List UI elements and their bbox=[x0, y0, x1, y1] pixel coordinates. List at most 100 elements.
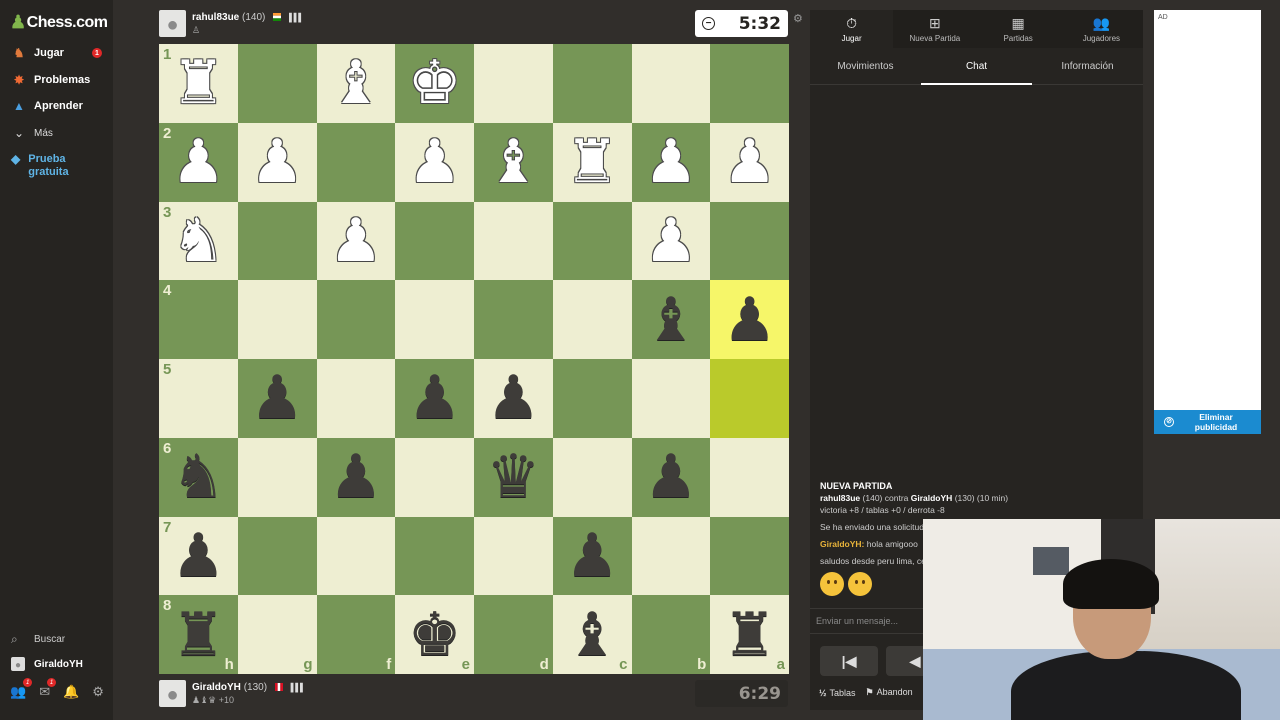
square-f4[interactable] bbox=[316, 280, 396, 359]
messages-icon[interactable]: ✉ 1 bbox=[39, 678, 57, 700]
square-d6[interactable]: ♛ bbox=[474, 437, 553, 517]
square-a4[interactable]: ♟ bbox=[710, 280, 789, 359]
square-d1[interactable] bbox=[474, 44, 553, 123]
top-player-name[interactable]: rahul83ue bbox=[192, 12, 239, 23]
draw-button[interactable]: ½ Tablas bbox=[819, 688, 856, 698]
square-c4[interactable] bbox=[552, 280, 632, 359]
gear-icon[interactable]: ⚙ bbox=[92, 684, 104, 700]
square-e1[interactable]: ♚ bbox=[395, 44, 474, 123]
friends-icon[interactable]: 👥 1 bbox=[10, 678, 33, 700]
avatar[interactable]: ● bbox=[159, 10, 186, 37]
square-c2[interactable]: ♜ bbox=[552, 122, 632, 202]
white-pawn-icon[interactable]: ♟ bbox=[250, 132, 304, 192]
square-c6[interactable] bbox=[552, 437, 632, 517]
square-f3[interactable]: ♟ bbox=[316, 201, 396, 281]
tab-players[interactable]: 👥 Jugadores bbox=[1060, 10, 1143, 48]
tab-games[interactable]: ▦ Partidas bbox=[977, 10, 1060, 48]
user-profile-link[interactable]: ● GiraldoYH bbox=[0, 657, 113, 671]
square-g2[interactable]: ♟ bbox=[237, 122, 317, 202]
square-e4[interactable] bbox=[395, 280, 474, 359]
chess-board[interactable]: 1 ♜ ♝ ♚ 2 ♟ ♟ ♟ ♝ ♜ ♟ ♟ 3 ♞ ♟ ♟ 4 ♝ ♟ 5 ♟ ♟ ♟ 6 ♞ ♟ ♛ ♟ 7 ♟ ♟ 8 h ♜ g f e ♚ d c… bbox=[159, 44, 789, 674]
square-g1[interactable] bbox=[237, 44, 317, 123]
black-king-icon[interactable]: ♚ bbox=[408, 605, 462, 665]
tab-play[interactable]: ⏱ Jugar bbox=[810, 10, 894, 48]
square-d8[interactable]: d bbox=[474, 595, 553, 674]
square-e7[interactable] bbox=[395, 516, 474, 596]
square-b4[interactable]: ♝ bbox=[631, 280, 711, 359]
avatar[interactable]: ● bbox=[159, 680, 186, 707]
square-a2[interactable]: ♟ bbox=[710, 122, 789, 202]
square-a7[interactable] bbox=[710, 516, 789, 596]
square-g8[interactable]: g bbox=[237, 595, 317, 674]
square-a6[interactable] bbox=[710, 437, 789, 517]
white-bishop-icon[interactable]: ♝ bbox=[486, 132, 540, 192]
white-rook-icon[interactable]: ♜ bbox=[565, 132, 619, 192]
subtab-info[interactable]: Información bbox=[1032, 48, 1143, 84]
chesscom-logo[interactable]: ♟ Chess.com bbox=[10, 12, 108, 33]
square-e5[interactable]: ♟ bbox=[395, 359, 474, 438]
white-pawn-icon[interactable]: ♟ bbox=[408, 132, 462, 192]
subtab-moves[interactable]: Movimientos bbox=[810, 48, 921, 84]
square-g3[interactable] bbox=[237, 201, 317, 281]
square-b2[interactable]: ♟ bbox=[631, 122, 711, 202]
square-b1[interactable] bbox=[631, 44, 711, 123]
square-d4[interactable] bbox=[474, 280, 553, 359]
sidebar-item-play[interactable]: ♞ Jugar 1 bbox=[0, 40, 113, 66]
square-f2[interactable] bbox=[316, 122, 396, 202]
square-a5[interactable] bbox=[710, 359, 789, 438]
sidebar-item-more[interactable]: ⌄ Más bbox=[0, 120, 113, 146]
resign-button[interactable]: ⚑ Abandon bbox=[866, 687, 913, 698]
square-d2[interactable]: ♝ bbox=[474, 122, 553, 202]
square-c3[interactable] bbox=[552, 201, 632, 281]
white-pawn-icon[interactable]: ♟ bbox=[171, 132, 225, 192]
square-h7[interactable]: 7 ♟ bbox=[159, 516, 238, 596]
search-button[interactable]: ⌕ Buscar bbox=[0, 632, 113, 647]
square-h5[interactable]: 5 bbox=[159, 359, 238, 438]
square-h4[interactable]: 4 bbox=[159, 280, 238, 359]
bottom-player-name[interactable]: GiraldoYH bbox=[192, 682, 241, 693]
square-f7[interactable] bbox=[316, 516, 396, 596]
black-pawn-icon[interactable]: ♟ bbox=[723, 290, 777, 350]
square-e2[interactable]: ♟ bbox=[395, 122, 474, 202]
black-pawn-icon[interactable]: ♟ bbox=[486, 368, 540, 428]
black-queen-icon[interactable]: ♛ bbox=[486, 447, 540, 507]
remove-ads-button[interactable]: ⊘ Eliminar publicidad bbox=[1154, 410, 1261, 434]
square-d5[interactable]: ♟ bbox=[474, 359, 553, 438]
square-f8[interactable]: f bbox=[316, 595, 396, 674]
first-move-button[interactable]: |◀ bbox=[820, 646, 878, 676]
square-f6[interactable]: ♟ bbox=[316, 437, 396, 517]
subtab-chat[interactable]: Chat bbox=[921, 48, 1032, 85]
sidebar-item-puzzles[interactable]: ✸ Problemas bbox=[0, 67, 113, 93]
square-g5[interactable]: ♟ bbox=[237, 359, 317, 438]
square-h3[interactable]: 3 ♞ bbox=[159, 201, 238, 281]
square-g7[interactable] bbox=[237, 516, 317, 596]
square-h1[interactable]: 1 ♜ bbox=[159, 44, 238, 123]
black-pawn-icon[interactable]: ♟ bbox=[644, 447, 698, 507]
black-knight-icon[interactable]: ♞ bbox=[171, 447, 225, 507]
square-d7[interactable] bbox=[474, 516, 553, 596]
square-e8[interactable]: e ♚ bbox=[395, 595, 474, 674]
white-king-icon[interactable]: ♚ bbox=[408, 53, 462, 113]
black-pawn-icon[interactable]: ♟ bbox=[329, 447, 383, 507]
square-c5[interactable] bbox=[552, 359, 632, 438]
square-b8[interactable]: b bbox=[631, 595, 711, 674]
white-pawn-icon[interactable]: ♟ bbox=[644, 132, 698, 192]
sidebar-item-learn[interactable]: ▲ Aprender bbox=[0, 93, 113, 119]
square-c1[interactable] bbox=[552, 44, 632, 123]
square-d3[interactable] bbox=[474, 201, 553, 281]
black-pawn-icon[interactable]: ♟ bbox=[171, 526, 225, 586]
square-g4[interactable] bbox=[237, 280, 317, 359]
square-b5[interactable] bbox=[631, 359, 711, 438]
square-b3[interactable]: ♟ bbox=[631, 201, 711, 281]
free-trial-link[interactable]: ◆ Prueba gratuita bbox=[11, 153, 78, 179]
square-f1[interactable]: ♝ bbox=[316, 44, 396, 123]
white-knight-icon[interactable]: ♞ bbox=[171, 211, 225, 271]
square-f5[interactable] bbox=[316, 359, 396, 438]
square-a8[interactable]: a ♜ bbox=[710, 595, 789, 674]
square-b6[interactable]: ♟ bbox=[631, 437, 711, 517]
board-settings-gear-icon[interactable]: ⚙ bbox=[793, 12, 803, 25]
white-bishop-icon[interactable]: ♝ bbox=[329, 53, 383, 113]
square-e6[interactable] bbox=[395, 437, 474, 517]
black-pawn-icon[interactable]: ♟ bbox=[408, 368, 462, 428]
black-bishop-icon[interactable]: ♝ bbox=[644, 290, 698, 350]
